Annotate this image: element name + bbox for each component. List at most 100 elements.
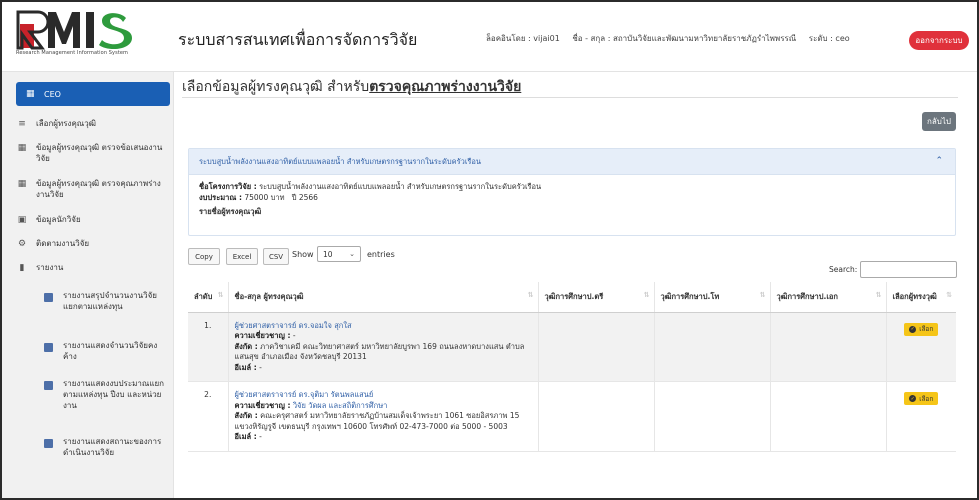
grid-icon: ▦	[17, 178, 27, 189]
main-content: เลือกข้อมูลผู้ทรงคุณวุฒิ สำหรับตรวจคุณภา…	[174, 72, 977, 498]
sidebar-item-label: CEO	[44, 89, 61, 99]
email-value: -	[259, 362, 262, 372]
layers-icon: ≡	[18, 118, 26, 129]
affiliation-label: สังกัด :	[234, 341, 258, 351]
project-budget-value: 75000 บาท	[244, 192, 285, 202]
cell-doctorate	[770, 312, 887, 382]
app-window: Research Management Information System ร…	[0, 0, 979, 500]
user-name-text: ชื่อ - สกุล : สถาบันวิจัยและพัฒนามหาวิทย…	[572, 34, 797, 43]
sort-icon: ⇅	[643, 291, 650, 299]
sidebar-subitem-label: รายงานแสดงจำนวนวิจัยคงค้าง	[63, 341, 158, 361]
user-level-text: ระดับ : ceo	[808, 34, 850, 43]
chevron-up-icon[interactable]: ⌃	[935, 156, 943, 166]
sidebar-subitem-report-pending[interactable]: รายงานแสดงจำนวนวิจัยคงค้าง	[44, 340, 164, 362]
expert-name: ผู้ช่วยศาสตราจารย์ ดร.จุติมา รัตนพลแสนย์	[234, 390, 374, 399]
sidebar-item-label: ข้อมูลผู้ทรงคุณวุฒิ ตรวจคุณภาพร่างงานวิจ…	[36, 179, 161, 199]
expertise-label: ความเชี่ยวชาญ :	[234, 331, 291, 340]
title-divider	[182, 97, 958, 98]
col-select[interactable]: เลือกผู้ทรงวุฒิ ⇅	[886, 282, 956, 313]
cell-no: 2.	[188, 381, 229, 452]
sort-icon: ⇅	[946, 291, 952, 299]
email-value: -	[259, 432, 262, 441]
project-card-header[interactable]: ระบบสูบน้ำพลังงานแสงอาทิตย์แบบแพลอยน้ำ ส…	[189, 149, 955, 175]
project-budget-label: งบประมาณ :	[199, 192, 242, 202]
sidebar-item-select-expert[interactable]: ≡ เลือกผู้ทรงคุณวุฒิ	[16, 118, 166, 130]
affiliation-value: คณะครุศาสตร์ มหาวิทยาลัยราชภัฏบ้านสมเด็จ…	[234, 411, 520, 431]
col-doctorate[interactable]: วุฒิการศึกษาป.เอก ⇅	[770, 282, 887, 313]
back-button[interactable]: กลับไป	[922, 112, 956, 131]
project-name-label: ชื่อโครงการวิจัย :	[199, 182, 257, 191]
rmis-logo-graphic	[16, 10, 132, 50]
search-label: Search:	[829, 265, 858, 274]
sidebar-subitem-report-status[interactable]: รายงานแสดงสถานะของการดำเนินงานวิจัย	[44, 436, 164, 458]
bar-chart-icon: ▮	[19, 262, 25, 273]
cell-select: ✓ เลือก	[886, 312, 956, 382]
col-master-label: วุฒิการศึกษาป.โท	[660, 291, 720, 301]
col-name[interactable]: ชื่อ-สกุล ผู้ทรงคุณวุฒิ ⇅	[228, 282, 539, 313]
expertise-label: ความเชี่ยวชาญ :	[234, 400, 291, 410]
project-name-value: ระบบสูบน้ำพลังงานแสงอาทิตย์แบบแพลอยน้ำ ส…	[259, 182, 542, 191]
excel-button[interactable]: Excel	[226, 248, 258, 265]
top-bar: Research Management Information System ร…	[2, 2, 977, 72]
page-size-value: 10	[323, 249, 333, 259]
sidebar-subitem-report-budget[interactable]: รายงานแสดงงบประมาณแยกตามแหล่งทุน ปีงบ แล…	[44, 378, 164, 411]
col-no[interactable]: ลำดับ ⇅	[188, 282, 229, 313]
cell-name: ผู้ช่วยศาสตราจารย์ ดร.จุติมา รัตนพลแสนย์…	[228, 381, 539, 452]
project-name-row: ชื่อโครงการวิจัย : ระบบสูบน้ำพลังงานแสงอ…	[199, 182, 945, 193]
expertise-value: วิจัย วัดผล และสถิติการศึกษา	[292, 400, 388, 410]
col-name-label: ชื่อ-สกุล ผู้ทรงคุณวุฒิ	[234, 291, 304, 301]
sidebar-subitem-report-funding[interactable]: รายงานสรุปจำนวนงานวิจัยแยกตามแหล่งทุน	[44, 290, 164, 312]
chevron-down-icon: ⌄	[349, 250, 355, 258]
csv-button[interactable]: CSV	[263, 248, 289, 265]
cell-name: ผู้ช่วยศาสตราจารย์ ดร.จอมใจ สุกใส ความเช…	[228, 312, 539, 382]
affiliation-value: ภาควิชาเคมี คณะวิทยาศาสตร์ มหาวิทยาลัยบู…	[234, 341, 525, 362]
check-circle-icon: ✓	[909, 325, 917, 333]
cell-master	[654, 381, 771, 452]
sort-icon: ⇅	[875, 291, 882, 299]
entries-label: entries	[367, 250, 395, 259]
sidebar-subitem-label: รายงานสรุปจำนวนงานวิจัยแยกตามแหล่งทุน	[63, 291, 157, 311]
select-expert-button[interactable]: ✓ เลือก	[904, 392, 939, 405]
select-label: เลือก	[919, 394, 934, 403]
sidebar-item-expert-draft[interactable]: ▦ ข้อมูลผู้ทรงคุณวุฒิ ตรวจคุณภาพร่างงานว…	[16, 178, 166, 200]
project-year-value: ปี 2566	[291, 192, 318, 202]
search-input[interactable]	[860, 261, 957, 278]
gear-icon: ⚙	[17, 238, 27, 249]
rmis-logo[interactable]: Research Management Information System	[16, 10, 148, 60]
experts-heading: รายชื่อผู้ทรงคุณวุฒิ	[199, 207, 262, 216]
report-icon	[44, 343, 53, 352]
sidebar-item-report[interactable]: ▮ รายงาน	[16, 262, 166, 274]
project-budget-row: งบประมาณ : 75000 บาท ปี 2566	[199, 193, 945, 204]
sidebar-item-tracking[interactable]: ⚙ ติดตามงานวิจัย	[16, 238, 166, 250]
sidebar-item-expert-proposal[interactable]: ▦ ข้อมูลผู้ทรงคุณวุฒิ ตรวจข้อเสนองานวิจั…	[16, 142, 166, 164]
cell-doctorate	[770, 381, 887, 452]
col-bachelor-label: วุฒิการศึกษาป.ตรี	[544, 291, 604, 301]
col-master[interactable]: วุฒิการศึกษาป.โท ⇅	[654, 282, 771, 313]
page-title-prefix: เลือกข้อมูลผู้ทรงคุณวุฒิ สำหรับ	[182, 79, 370, 95]
sidebar-item-label: ข้อมูลผู้ทรงคุณวุฒิ ตรวจข้อเสนองานวิจัย	[36, 143, 163, 163]
experts-table: ลำดับ ⇅ ชื่อ-สกุล ผู้ทรงคุณวุฒิ ⇅ วุฒิการศ…	[188, 282, 956, 452]
expertise-value: -	[292, 331, 296, 340]
grid-icon: ▦	[26, 89, 35, 99]
sidebar-item-label: ติดตามงานวิจัย	[36, 239, 90, 248]
col-bachelor[interactable]: วุฒิการศึกษาป.ตรี ⇅	[538, 282, 655, 313]
page-size-select[interactable]: 10 ⌄	[317, 246, 361, 262]
email-label: อีเมล์ :	[234, 432, 257, 441]
page-title: เลือกข้อมูลผู้ทรงคุณวุฒิ สำหรับตรวจคุณภา…	[182, 76, 521, 98]
page-title-emph: ตรวจคุณภาพร่างงานวิจัย	[369, 79, 522, 95]
cell-no: 1.	[188, 312, 229, 382]
table-row: 2. ผู้ช่วยศาสตราจารย์ ดร.จุติมา รัตนพลแส…	[188, 381, 956, 452]
sidebar-subitem-label: รายงานแสดงงบประมาณแยกตามแหล่งทุน ปีงบ แล…	[63, 379, 165, 410]
cell-select: ✓ เลือก	[886, 381, 956, 452]
sidebar-item-researcher[interactable]: ▣ ข้อมูลนักวิจัย	[16, 214, 166, 226]
sidebar-item-ceo[interactable]: ▦ CEO	[16, 82, 170, 106]
project-card: ระบบสูบน้ำพลังงานแสงอาทิตย์แบบแพลอยน้ำ ส…	[188, 148, 956, 236]
select-expert-button[interactable]: ✓ เลือก	[904, 322, 939, 336]
sidebar-item-label: เลือกผู้ทรงคุณวุฒิ	[36, 119, 96, 128]
copy-button[interactable]: Copy	[188, 248, 220, 265]
affiliation-label: สังกัด :	[234, 411, 258, 420]
sort-icon: ⇅	[217, 291, 224, 299]
logout-button[interactable]: ออกจากระบบ	[909, 31, 969, 50]
report-icon	[44, 293, 53, 302]
select-label: เลือก	[919, 325, 934, 333]
